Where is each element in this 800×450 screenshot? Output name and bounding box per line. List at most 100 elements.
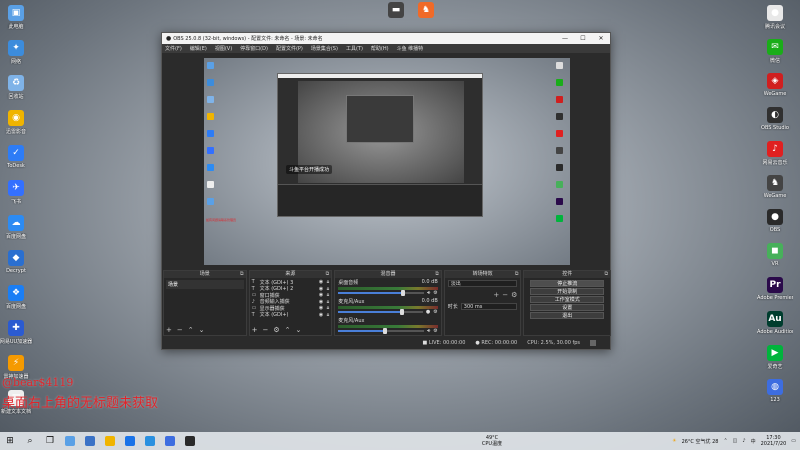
- move-up-icon[interactable]: ⌃: [188, 326, 194, 334]
- desktop-icon[interactable]: ◐ OBS Studio: [757, 107, 793, 131]
- task-view-icon[interactable]: ❐: [43, 434, 57, 448]
- move-down-icon[interactable]: ⌄: [199, 326, 205, 334]
- lock-icon[interactable]: 🔒︎: [323, 292, 330, 298]
- obs-titlebar: ● OBS 25.0.8 (32-bit, windows) - 配置文件: 未…: [162, 33, 610, 44]
- desktop-icon[interactable]: ☁ 百度网盘: [0, 215, 34, 240]
- desktop-icon[interactable]: ◍ 123: [757, 379, 793, 403]
- lock-icon[interactable]: 🔒︎: [323, 312, 330, 318]
- desktop-icon[interactable]: ◼ VR: [757, 243, 793, 267]
- desktop-icon-label: 飞书: [10, 199, 21, 205]
- scene-item[interactable]: 场景: [166, 280, 244, 289]
- menu-item[interactable]: 场景集合(S): [311, 45, 338, 52]
- maximize-button[interactable]: ☐: [574, 35, 592, 42]
- taskbar-app-button[interactable]: [63, 434, 77, 448]
- desktop-icon[interactable]: ✈ 飞书: [0, 180, 34, 205]
- dock-float-icon[interactable]: ⧉: [515, 271, 519, 278]
- cpu-temp-widget[interactable]: 49°C CPU温度: [482, 435, 502, 447]
- desktop-icon[interactable]: ✉ 微信: [757, 39, 793, 64]
- control-button[interactable]: 设置: [530, 304, 605, 311]
- source-settings-gear-icon[interactable]: ⚙: [273, 326, 279, 334]
- network-icon[interactable]: ◫: [733, 438, 738, 444]
- live-status: ■ LIVE: 00:00:00: [422, 339, 466, 346]
- taskbar-app-button[interactable]: [183, 434, 197, 448]
- control-button[interactable]: 开始录制: [530, 288, 605, 295]
- menu-item[interactable]: 视图(V): [215, 45, 232, 52]
- menu-item[interactable]: 文件(F): [165, 45, 182, 52]
- control-button[interactable]: 退出: [530, 312, 605, 319]
- desktop-icon[interactable]: Au Adobe Audition: [757, 311, 793, 335]
- add-source-button[interactable]: +: [252, 326, 258, 334]
- desktop-icon[interactable]: ♞: [408, 2, 444, 20]
- weather-text[interactable]: 26°C 空气优 28: [682, 438, 719, 445]
- desktop-icon[interactable]: ✦ 网络: [0, 40, 34, 65]
- transition-gear-icon[interactable]: ⚙: [511, 291, 517, 299]
- ime-icon[interactable]: 中: [751, 438, 756, 445]
- dock-float-icon[interactable]: ⧉: [604, 271, 608, 278]
- volume-slider[interactable]: [338, 308, 423, 315]
- control-button[interactable]: 工作室模式: [530, 296, 605, 303]
- desktop-icon[interactable]: Pr Adobe Premiere: [757, 277, 793, 301]
- minimize-button[interactable]: —: [556, 35, 574, 42]
- menu-item[interactable]: 编辑(E): [190, 45, 207, 52]
- notification-icon[interactable]: ▭: [791, 438, 796, 444]
- channel-gear-icon[interactable]: ⚙: [433, 328, 437, 334]
- search-icon[interactable]: ⌕: [23, 434, 37, 448]
- move-down-icon[interactable]: ⌄: [296, 326, 302, 334]
- obs-preview[interactable]: 斗鱼平台开播成功 如有问题请联系管理员: [204, 58, 570, 265]
- menu-item[interactable]: 工具(T): [346, 45, 363, 52]
- speaker-icon[interactable]: 🔊︎: [427, 328, 430, 334]
- menu-item[interactable]: 停靠窗口(D): [240, 45, 268, 52]
- desktop-icon[interactable]: ❖ 百度网盘: [0, 285, 34, 310]
- volume-slider[interactable]: [338, 289, 425, 296]
- lock-icon[interactable]: 🔒︎: [323, 305, 330, 311]
- tray-expand-icon[interactable]: ⌃: [723, 438, 727, 444]
- speaker-icon[interactable]: 🔊︎: [427, 290, 430, 296]
- taskbar-app-button[interactable]: [143, 434, 157, 448]
- taskbar-app-button[interactable]: [103, 434, 117, 448]
- add-transition-button[interactable]: +: [493, 291, 499, 299]
- desktop-icon[interactable]: ◉ 迅雷影音: [0, 110, 34, 135]
- menu-item[interactable]: 斗鱼 维播特: [397, 45, 424, 52]
- lock-icon[interactable]: 🔒︎: [323, 286, 330, 292]
- desktop-icon[interactable]: ▣ 此电脑: [0, 5, 34, 30]
- desktop-icon[interactable]: ◆ Decrypt: [0, 250, 34, 274]
- start-button[interactable]: ⊞: [3, 434, 17, 448]
- control-button[interactable]: 停止推流: [530, 280, 605, 287]
- channel-gear-icon[interactable]: ⚙: [433, 309, 437, 315]
- transition-select[interactable]: 淡出: [447, 280, 518, 287]
- channel-gear-icon[interactable]: ⚙: [433, 290, 437, 296]
- desktop-icon[interactable]: ● 腾讯会议: [757, 5, 793, 30]
- desktop-icon[interactable]: ◈ WeGame: [757, 73, 793, 97]
- source-item[interactable]: T 文本 (GDI+) ◉ 🔒︎: [250, 312, 332, 319]
- volume-icon[interactable]: ♪: [742, 438, 745, 444]
- add-scene-button[interactable]: +: [166, 326, 172, 334]
- lock-icon[interactable]: 🔒︎: [323, 279, 330, 285]
- taskbar-app-button[interactable]: [163, 434, 177, 448]
- close-button[interactable]: ✕: [592, 35, 610, 42]
- dock-float-icon[interactable]: ⧉: [240, 271, 244, 278]
- dock-float-icon[interactable]: ⧉: [435, 271, 439, 278]
- desktop-icon-label: ToDesk: [7, 163, 25, 169]
- desktop-icon[interactable]: ♞ WeGame: [757, 175, 793, 199]
- speaker-icon[interactable]: ●: [426, 309, 430, 315]
- desktop-icon[interactable]: ▶ 爱奇艺: [757, 345, 793, 370]
- desktop-icon[interactable]: ♪ 网易云音乐: [757, 141, 793, 166]
- taskbar-app-button[interactable]: [83, 434, 97, 448]
- move-up-icon[interactable]: ⌃: [285, 326, 291, 334]
- desktop-icon[interactable]: ✓ ToDesk: [0, 145, 34, 169]
- remove-transition-button[interactable]: −: [502, 291, 508, 299]
- desktop-icon[interactable]: ● OBS: [757, 209, 793, 233]
- menu-item[interactable]: 配置文件(P): [276, 45, 303, 52]
- duration-field[interactable]: 300 ms: [460, 303, 518, 310]
- dock-float-icon[interactable]: ⧉: [326, 271, 330, 278]
- desktop-icon[interactable]: ♻ 回收站: [0, 75, 34, 100]
- remove-source-button[interactable]: −: [263, 326, 269, 334]
- volume-slider[interactable]: [338, 327, 425, 334]
- remove-scene-button[interactable]: −: [177, 326, 183, 334]
- desktop-icon[interactable]: ✚ 网易UU加速器: [0, 320, 34, 345]
- lock-icon[interactable]: 🔒︎: [323, 299, 330, 305]
- taskbar-app-button[interactable]: [123, 434, 137, 448]
- menu-item[interactable]: 帮助(H): [371, 45, 389, 52]
- clock[interactable]: 17:30 2021/7/20: [761, 435, 787, 447]
- preview-desktop-icon: [556, 130, 563, 137]
